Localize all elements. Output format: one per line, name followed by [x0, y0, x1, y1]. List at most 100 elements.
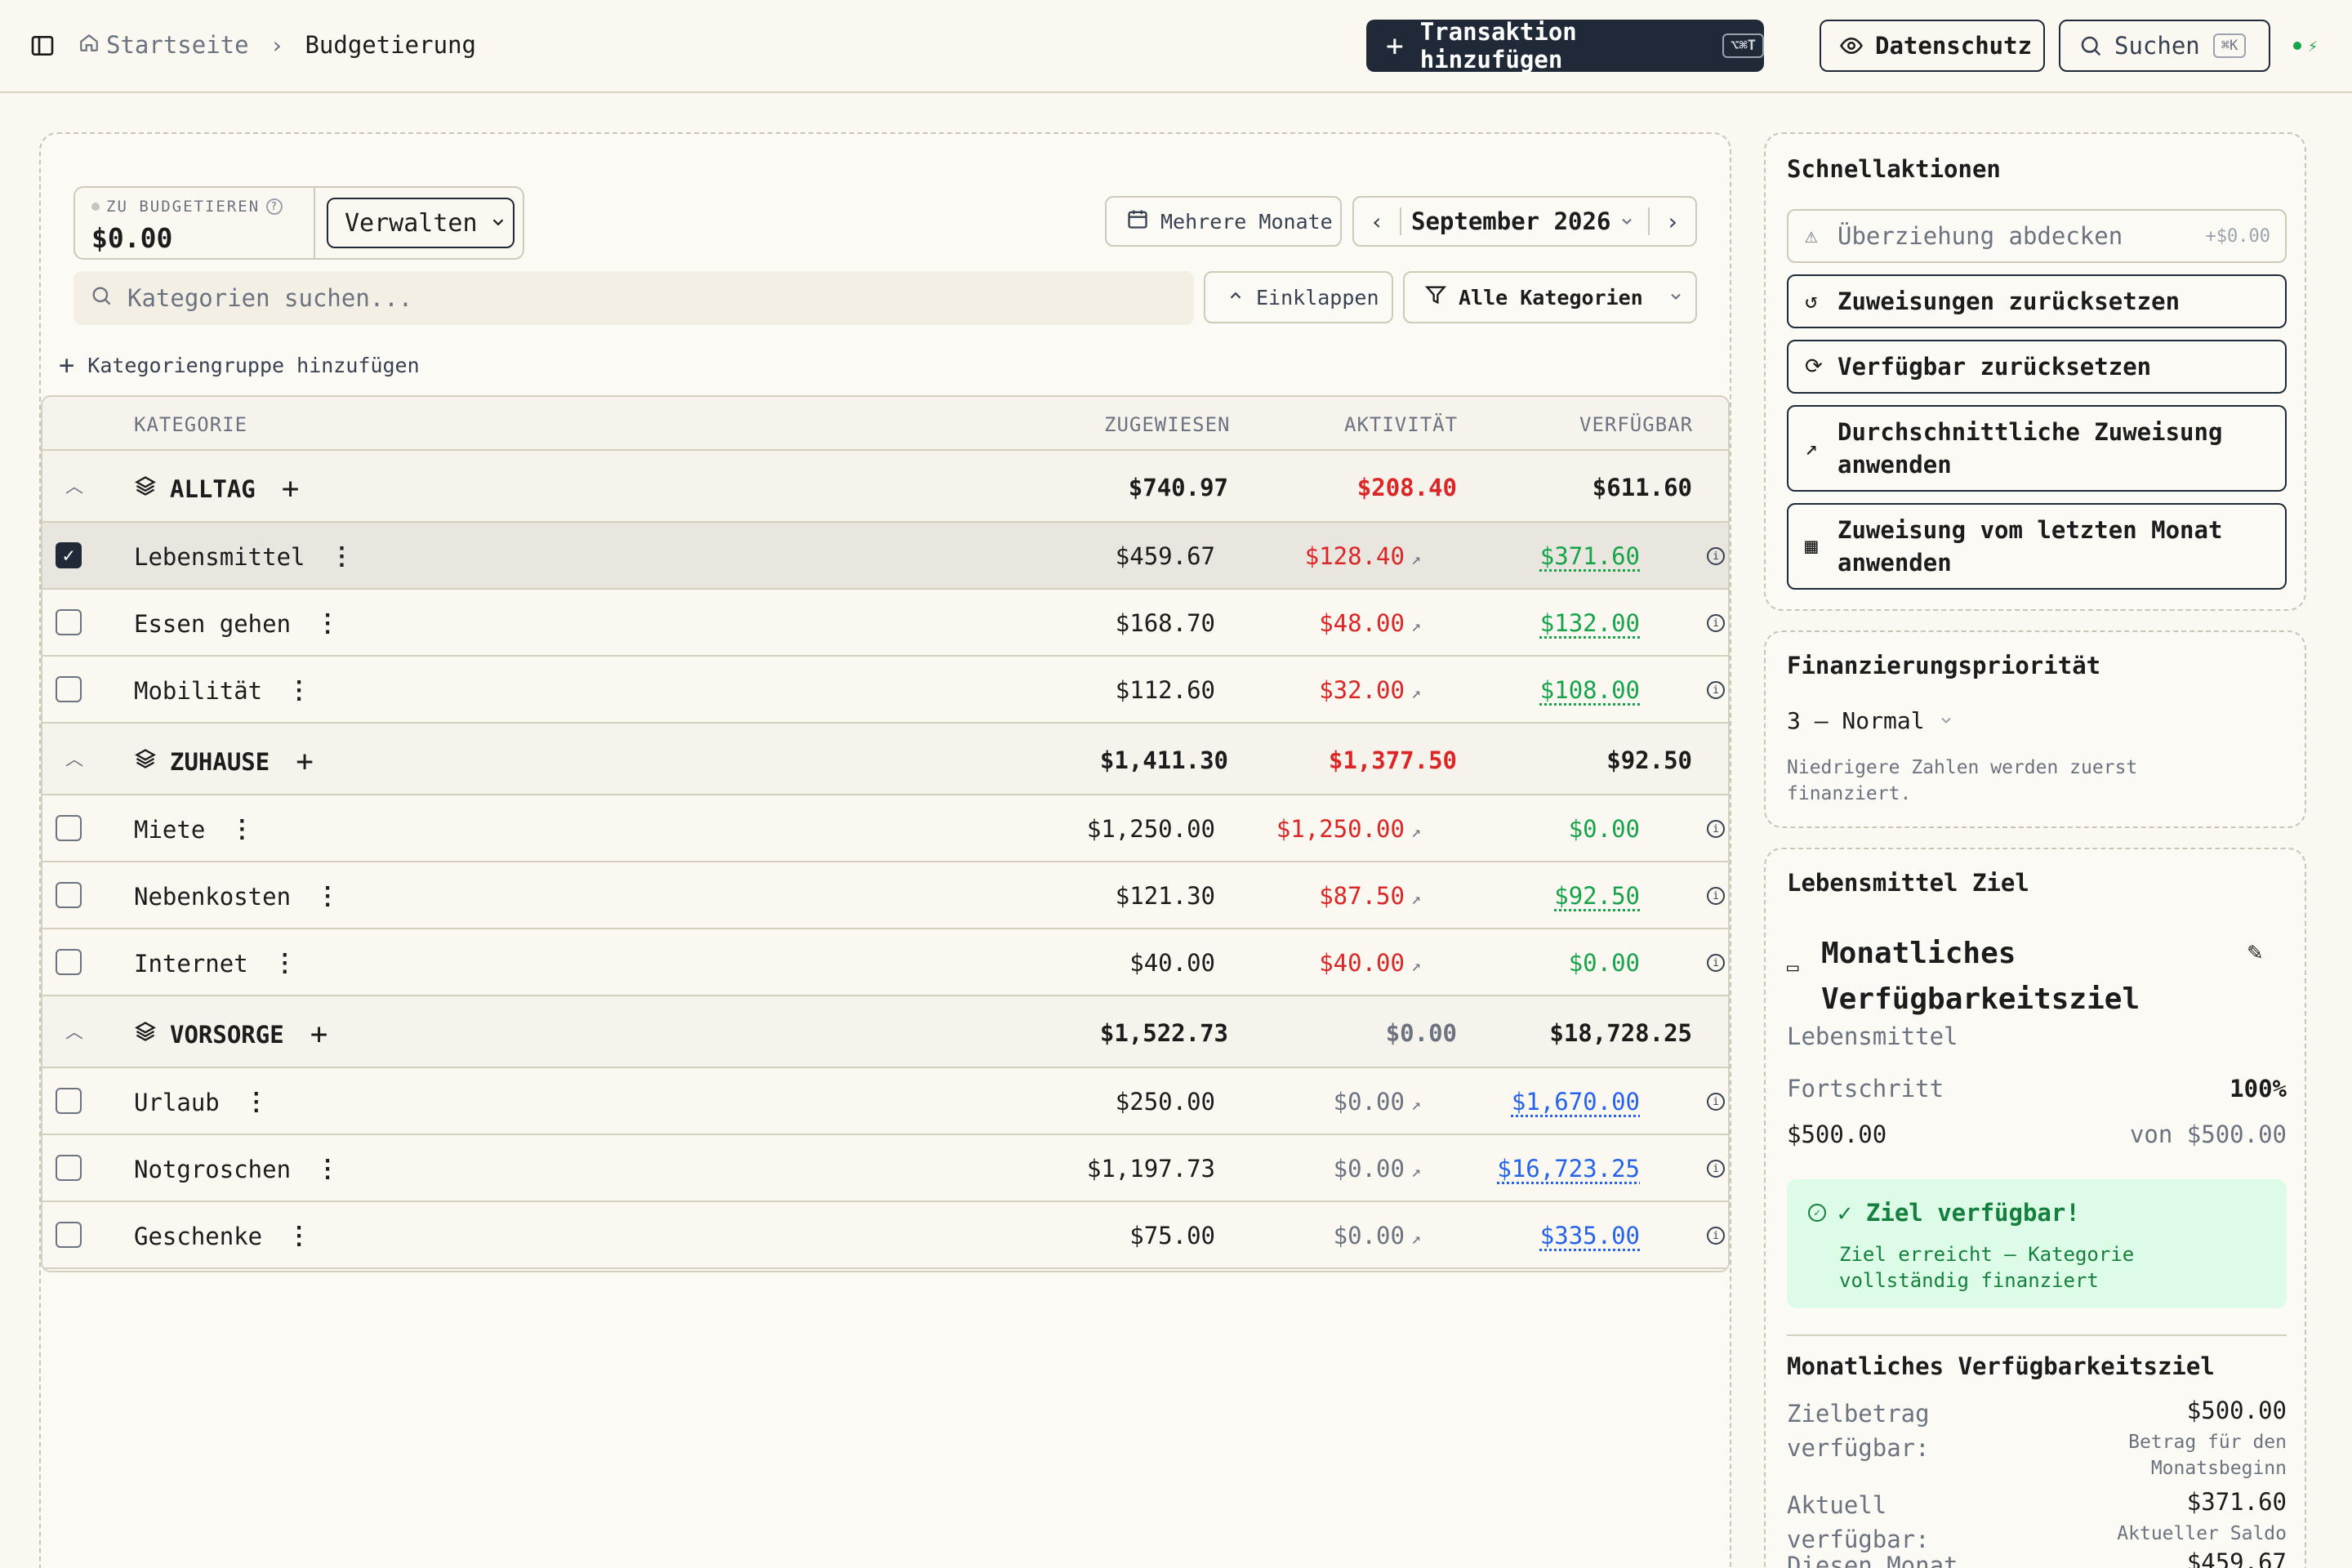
assigned-value[interactable]: $1,250.00	[1087, 815, 1215, 843]
reset-available-button[interactable]: ⟳ Verfügbar zurücksetzen	[1787, 340, 2287, 394]
available-value[interactable]: $0.00	[1569, 815, 1640, 843]
info-icon[interactable]: i	[1707, 1160, 1725, 1178]
row-checkbox[interactable]	[56, 1222, 82, 1248]
collapse-button[interactable]: Einklappen	[1204, 271, 1393, 323]
available-value[interactable]: $92.50	[1554, 882, 1640, 910]
activity-value[interactable]: $0.00 ↗	[1334, 1222, 1421, 1250]
row-checkbox[interactable]: ✓	[56, 542, 82, 568]
edit-icon[interactable]: ✎	[2247, 938, 2262, 966]
add-category-icon[interactable]: +	[296, 745, 314, 778]
row-checkbox[interactable]	[56, 1088, 82, 1114]
assigned-value[interactable]: $250.00	[1116, 1088, 1215, 1116]
info-icon[interactable]: i	[1707, 820, 1725, 838]
category-name[interactable]: Notgroschen ⋮	[134, 1155, 340, 1183]
add-category-icon[interactable]: +	[282, 472, 300, 506]
info-icon[interactable]: i	[1707, 614, 1725, 632]
reset-assignments-button[interactable]: ↺ Zuweisungen zurücksetzen	[1787, 274, 2287, 328]
cover-overdraft-button[interactable]: ⚠ Überziehung abdecken +$0.00	[1787, 209, 2287, 263]
category-name[interactable]: Essen gehen ⋮	[134, 609, 340, 638]
group-row-vorsorge[interactable]: ︿ VORSORGE + $1,522.73 $0.00 $18,728.25	[42, 996, 1728, 1068]
assigned-value[interactable]: $168.70	[1116, 609, 1215, 637]
available-value[interactable]: $16,723.25	[1497, 1155, 1640, 1183]
breadcrumb-home[interactable]: Startseite	[78, 31, 249, 59]
privacy-button[interactable]: Datenschutz	[1820, 20, 2045, 72]
add-category-icon[interactable]: +	[310, 1018, 328, 1051]
category-name[interactable]: Internet ⋮	[134, 949, 297, 978]
available-value[interactable]: $335.00	[1540, 1222, 1640, 1250]
assigned-value[interactable]: $459.67	[1116, 542, 1215, 570]
more-icon[interactable]: ⋮	[330, 542, 354, 571]
more-icon[interactable]: ⋮	[315, 882, 340, 911]
category-name[interactable]: Urlaub ⋮	[134, 1088, 269, 1116]
add-transaction-button[interactable]: + Transaktion hinzufügen ⌥⌘T	[1366, 18, 1764, 74]
prev-month-button[interactable]: ‹	[1354, 198, 1400, 245]
multi-month-button[interactable]: Mehrere Monate	[1105, 196, 1342, 247]
activity-value[interactable]: $1,250.00 ↗	[1276, 815, 1421, 843]
available-value[interactable]: $1,670.00	[1512, 1088, 1640, 1116]
activity-value[interactable]: $32.00 ↗	[1319, 676, 1421, 704]
row-checkbox[interactable]	[56, 949, 82, 975]
table-row[interactable]: Miete ⋮ $1,250.00 $1,250.00 ↗ $0.00 i	[42, 795, 1728, 862]
available-value[interactable]: $108.00	[1540, 676, 1640, 704]
sidebar-toggle-icon[interactable]	[29, 33, 56, 59]
info-icon[interactable]: i	[1707, 1093, 1725, 1111]
activity-value[interactable]: $128.40 ↗	[1305, 542, 1421, 570]
help-icon[interactable]: ?	[266, 198, 283, 215]
table-row[interactable]: Internet ⋮ $40.00 $40.00 ↗ $0.00 i	[42, 929, 1728, 996]
info-icon[interactable]: i	[1707, 887, 1725, 905]
more-icon[interactable]: ⋮	[287, 1222, 311, 1250]
table-row[interactable]: Geschenke ⋮ $75.00 $0.00 ↗ $335.00 i	[42, 1202, 1728, 1269]
activity-value[interactable]: $87.50 ↗	[1319, 882, 1421, 910]
more-icon[interactable]: ⋮	[315, 609, 340, 638]
info-icon[interactable]: i	[1707, 547, 1725, 565]
available-value[interactable]: $371.60	[1540, 542, 1640, 570]
apply-average-button[interactable]: ↗ Durchschnittliche Zuweisung anwenden	[1787, 405, 2287, 492]
info-icon[interactable]: i	[1707, 1227, 1725, 1245]
chevron-up-icon[interactable]: ︿	[65, 1018, 83, 1044]
add-category-group-button[interactable]: + Kategoriengruppe hinzufügen	[59, 350, 420, 381]
assigned-value[interactable]: $112.60	[1116, 676, 1215, 704]
activity-value[interactable]: $40.00 ↗	[1319, 949, 1421, 977]
group-row-zuhause[interactable]: ︿ ZUHAUSE + $1,411.30 $1,377.50 $92.50	[42, 724, 1728, 795]
assigned-value[interactable]: $75.00	[1129, 1222, 1215, 1250]
table-row[interactable]: Urlaub ⋮ $250.00 $0.00 ↗ $1,670.00 i	[42, 1068, 1728, 1135]
info-icon[interactable]: i	[1707, 681, 1725, 699]
category-filter-select[interactable]: Alle Kategorien	[1403, 271, 1697, 323]
category-name[interactable]: Lebensmittel ⋮	[134, 542, 354, 571]
table-row[interactable]: Mobilität ⋮ $112.60 $32.00 ↗ $108.00 i	[42, 657, 1728, 724]
row-checkbox[interactable]	[56, 676, 82, 702]
table-row[interactable]: ✓ Lebensmittel ⋮ $459.67 $128.40 ↗ $371.60…	[42, 523, 1728, 590]
category-name[interactable]: Miete ⋮	[134, 815, 254, 844]
apply-last-month-button[interactable]: ▦ Zuweisung vom letzten Monat anwenden	[1787, 503, 2287, 590]
activity-value[interactable]: $48.00 ↗	[1319, 609, 1421, 637]
assigned-value[interactable]: $1,197.73	[1087, 1155, 1215, 1183]
month-select[interactable]: September 2026	[1401, 207, 1648, 235]
more-icon[interactable]: ⋮	[229, 815, 254, 844]
group-row-alltag[interactable]: ︿ ALLTAG + $740.97 $208.40 $611.60	[42, 451, 1728, 523]
available-value[interactable]: $132.00	[1540, 609, 1640, 637]
info-icon[interactable]: i	[1707, 954, 1725, 972]
category-name[interactable]: Nebenkosten ⋮	[134, 882, 340, 911]
more-icon[interactable]: ⋮	[273, 949, 297, 978]
more-icon[interactable]: ⋮	[287, 676, 311, 705]
category-search-input[interactable]: Kategorien suchen...	[74, 271, 1194, 325]
chevron-up-icon[interactable]: ︿	[65, 472, 83, 498]
next-month-button[interactable]: ›	[1650, 198, 1695, 245]
category-name[interactable]: Geschenke ⋮	[134, 1222, 311, 1250]
priority-select[interactable]: 3 — Normal	[1787, 707, 1954, 734]
more-icon[interactable]: ⋮	[315, 1155, 340, 1183]
row-checkbox[interactable]	[56, 882, 82, 908]
assigned-value[interactable]: $121.30	[1116, 882, 1215, 910]
row-checkbox[interactable]	[56, 609, 82, 635]
manage-button[interactable]: Verwalten	[327, 198, 514, 248]
assigned-value[interactable]: $40.00	[1129, 949, 1215, 977]
chevron-up-icon[interactable]: ︿	[65, 745, 83, 771]
activity-value[interactable]: $0.00 ↗	[1334, 1155, 1421, 1183]
table-row[interactable]: Nebenkosten ⋮ $121.30 $87.50 ↗ $92.50 i	[42, 862, 1728, 929]
row-checkbox[interactable]	[56, 1155, 82, 1181]
search-button[interactable]: Suchen ⌘K	[2059, 20, 2270, 72]
activity-value[interactable]: $0.00 ↗	[1334, 1088, 1421, 1116]
available-value[interactable]: $0.00	[1569, 949, 1640, 977]
row-checkbox[interactable]	[56, 815, 82, 841]
table-row[interactable]: Notgroschen ⋮ $1,197.73 $0.00 ↗ $16,723.25…	[42, 1135, 1728, 1202]
